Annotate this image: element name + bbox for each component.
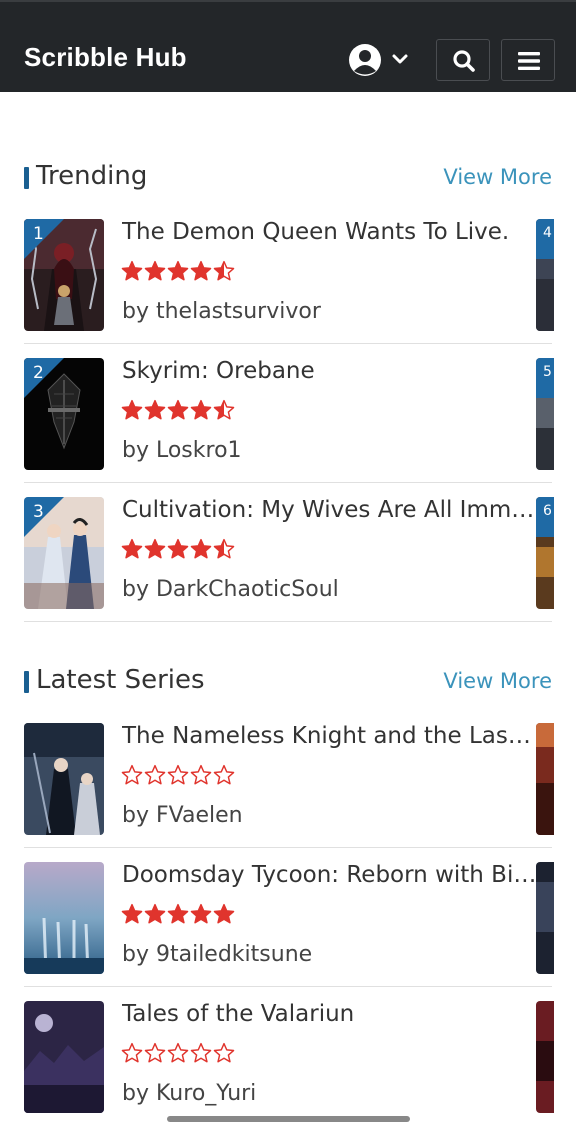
rank-number: 3: [33, 502, 44, 522]
rank-badge: [24, 219, 64, 259]
book-title[interactable]: The Demon Queen Wants To Live.: [122, 219, 537, 245]
menu-button[interactable]: [501, 39, 555, 81]
star-full-icon: [167, 903, 189, 924]
star-empty-icon: [190, 764, 212, 785]
star-empty-icon: [121, 764, 143, 785]
book-cover[interactable]: [24, 1001, 104, 1113]
book-author[interactable]: by FVaelen: [122, 803, 243, 828]
star-full-icon: [121, 538, 143, 559]
star-rating: [121, 764, 236, 788]
book-author[interactable]: by 9tailedkitsune: [122, 942, 312, 967]
star-full-icon: [144, 903, 166, 924]
section-accent-bar: [24, 167, 29, 189]
star-half-icon: [213, 399, 235, 420]
star-rating: [121, 538, 236, 562]
star-full-icon: [190, 538, 212, 559]
site-logo[interactable]: Scribble Hub: [24, 42, 187, 73]
section-title-latest-series: Latest Series: [36, 665, 205, 695]
star-full-icon: [121, 399, 143, 420]
section-title-trending: Trending: [36, 161, 148, 191]
book-author[interactable]: by DarkChaoticSoul: [122, 577, 339, 602]
book-title[interactable]: Cultivation: My Wives Are All Immo...: [122, 497, 537, 523]
star-empty-icon: [121, 1042, 143, 1063]
star-full-icon: [190, 260, 212, 281]
star-full-icon: [144, 538, 166, 559]
user-menu-button[interactable]: [348, 42, 412, 78]
next-card-peek[interactable]: 4: [536, 219, 554, 331]
book-author[interactable]: by thelastsurvivor: [122, 299, 321, 324]
latest-item[interactable]: Doomsday Tycoon: Reborn with Bill... by …: [24, 862, 554, 987]
star-full-icon: [167, 260, 189, 281]
svg-text:5: 5: [543, 364, 552, 380]
latest-item[interactable]: The Nameless Knight and the Last ... by …: [24, 723, 554, 848]
star-empty-icon: [144, 764, 166, 785]
star-rating: [121, 399, 236, 423]
star-full-icon: [213, 903, 235, 924]
book-cover[interactable]: 3: [24, 497, 104, 609]
next-card-peek[interactable]: 5: [536, 358, 554, 470]
home-indicator: [167, 1116, 410, 1122]
hamburger-icon: [518, 52, 540, 70]
search-icon: [453, 50, 475, 72]
trending-item[interactable]: 3 Cultivation: My Wives Are All Immo... …: [24, 497, 554, 622]
next-card-peek[interactable]: [536, 1001, 554, 1113]
row-divider: [24, 343, 552, 344]
rank-number: 2: [33, 363, 44, 383]
trending-item[interactable]: 2 Skyrim: Orebane by Loskro1 5: [24, 358, 554, 483]
star-empty-icon: [167, 764, 189, 785]
next-card-peek[interactable]: [536, 723, 554, 835]
rank-badge: [24, 497, 64, 537]
latest-view-more-link[interactable]: View More: [443, 669, 552, 693]
star-empty-icon: [213, 764, 235, 785]
star-full-icon: [144, 399, 166, 420]
book-title[interactable]: The Nameless Knight and the Last ...: [122, 723, 537, 749]
book-cover[interactable]: [24, 723, 104, 835]
next-card-peek[interactable]: 6: [536, 497, 554, 609]
chevron-down-icon: [392, 54, 408, 64]
star-rating: [121, 1042, 236, 1066]
book-cover[interactable]: 2: [24, 358, 104, 470]
star-full-icon: [190, 903, 212, 924]
svg-text:6: 6: [543, 503, 552, 519]
next-card-peek[interactable]: [536, 862, 554, 974]
book-cover[interactable]: [24, 862, 104, 974]
star-full-icon: [167, 538, 189, 559]
star-empty-icon: [213, 1042, 235, 1063]
trending-section-header: Trending View More: [24, 161, 552, 195]
book-title[interactable]: Tales of the Valariun: [122, 1001, 537, 1027]
latest-item[interactable]: Tales of the Valariun by Kuro_Yuri: [24, 1001, 554, 1113]
row-divider: [24, 986, 552, 987]
star-rating: [121, 260, 236, 284]
star-full-icon: [167, 399, 189, 420]
star-empty-icon: [144, 1042, 166, 1063]
latest-series-section-header: Latest Series View More: [24, 665, 552, 699]
trending-view-more-link[interactable]: View More: [443, 165, 552, 189]
row-divider: [24, 847, 552, 848]
book-title[interactable]: Doomsday Tycoon: Reborn with Bill...: [122, 862, 537, 888]
section-accent-bar: [24, 671, 29, 693]
rank-number: 1: [33, 224, 44, 244]
book-title[interactable]: Skyrim: Orebane: [122, 358, 537, 384]
book-cover[interactable]: 1: [24, 219, 104, 331]
star-empty-icon: [190, 1042, 212, 1063]
row-divider: [24, 482, 552, 483]
svg-text:4: 4: [543, 225, 552, 241]
trending-item[interactable]: 1 The Demon Queen Wants To Live. by thel…: [24, 219, 554, 344]
user-circle-icon: [349, 44, 408, 76]
book-author[interactable]: by Loskro1: [122, 438, 242, 463]
star-half-icon: [213, 538, 235, 559]
star-full-icon: [190, 399, 212, 420]
book-author[interactable]: by Kuro_Yuri: [122, 1081, 256, 1106]
star-half-icon: [213, 260, 235, 281]
rank-badge: [24, 358, 64, 398]
star-full-icon: [121, 903, 143, 924]
star-full-icon: [121, 260, 143, 281]
star-rating: [121, 903, 236, 927]
top-navbar: Scribble Hub: [0, 0, 576, 92]
search-button[interactable]: [436, 39, 490, 81]
star-empty-icon: [167, 1042, 189, 1063]
row-divider: [24, 621, 552, 622]
star-full-icon: [144, 260, 166, 281]
